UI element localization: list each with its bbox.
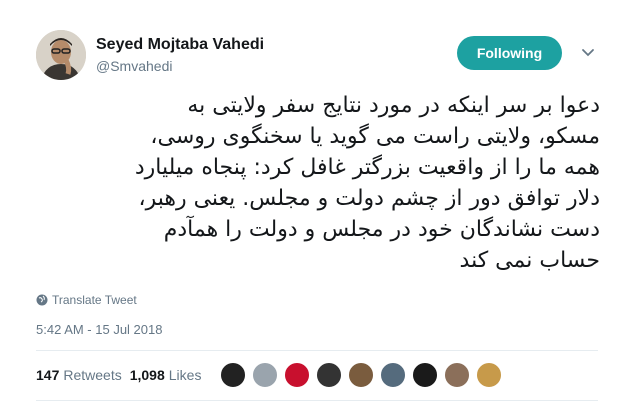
- author-handle[interactable]: @Smvahedi: [96, 58, 172, 74]
- author-avatar[interactable]: [36, 30, 86, 80]
- liker-avatar[interactable]: [412, 362, 438, 388]
- tweet-card: Seyed Mojtaba Vahedi @Smvahedi Following…: [0, 0, 633, 412]
- likes-stat[interactable]: 1,098 Likes: [130, 367, 202, 383]
- tweet-line: همه ما را از واقعیت بزرگتر غافل کرد: پنج…: [134, 155, 600, 180]
- tweet-text: دعوا بر سر اینکه در مورد نتایج سفر ولایت…: [34, 90, 600, 276]
- liker-avatar[interactable]: [380, 362, 406, 388]
- tweet-line: مسکو، ولایتی راست می گوید یا سخنگوی روسی…: [150, 124, 600, 149]
- tweet-line: دلار توافق دور از چشم دولت و مجلس. یعنی …: [138, 186, 601, 211]
- likes-label: Likes: [168, 367, 202, 383]
- liker-avatar[interactable]: [316, 362, 342, 388]
- liker-avatar[interactable]: [252, 362, 278, 388]
- liker-avatar[interactable]: [348, 362, 374, 388]
- liker-avatar[interactable]: [476, 362, 502, 388]
- retweets-stat[interactable]: 147 Retweets: [36, 367, 122, 383]
- translate-tweet-link[interactable]: Translate Tweet: [36, 293, 137, 307]
- translate-label: Translate Tweet: [52, 293, 137, 307]
- tweet-line: دعوا بر سر اینکه در مورد نتایج سفر ولایت…: [187, 93, 600, 118]
- liker-avatar[interactable]: [220, 362, 246, 388]
- likes-count: 1,098: [129, 367, 165, 383]
- author-photo: [36, 30, 86, 80]
- tweet-stats: 147 Retweets 1,098 Likes: [36, 367, 201, 383]
- following-button[interactable]: Following: [457, 36, 562, 70]
- liker-avatar[interactable]: [284, 362, 310, 388]
- retweets-count: 147: [36, 367, 60, 383]
- globe-icon: [36, 294, 48, 306]
- author-name[interactable]: Seyed Mojtaba Vahedi: [96, 36, 264, 54]
- tweet-timestamp[interactable]: 5:42 AM - 15 Jul 2018: [36, 322, 162, 337]
- tweet-line: حساب نمی کند: [459, 248, 600, 273]
- divider: [36, 350, 598, 351]
- divider: [36, 400, 598, 401]
- liker-avatar[interactable]: [444, 362, 470, 388]
- retweets-label: Retweets: [63, 367, 122, 383]
- tweet-line: دست نشاندگان خود در مجلس و دولت را همآدم: [163, 217, 600, 242]
- chevron-down-icon[interactable]: [578, 42, 598, 62]
- liker-avatars: [220, 362, 502, 388]
